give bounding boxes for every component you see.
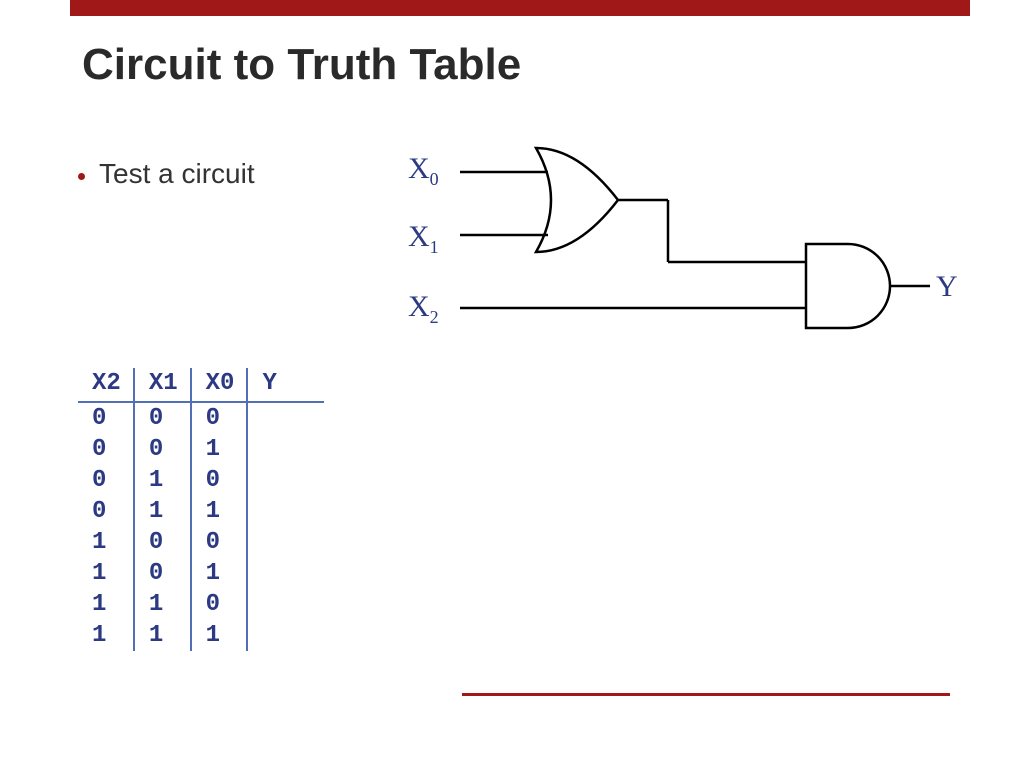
circuit-svg [408,140,968,360]
col-header-y: Y [248,368,324,403]
table-row: 1 1 1 [78,620,324,651]
table-row: 1 1 0 [78,589,324,620]
table-row: 0 0 0 [78,403,324,434]
and-gate-icon [806,244,930,328]
truth-table: X2 X1 X0 Y 0 0 0 0 0 1 0 1 0 0 1 1 [78,368,324,651]
or-gate-icon [460,148,668,252]
truth-table-header-row: X2 X1 X0 Y [78,368,324,403]
col-header-x0: X0 [192,368,249,403]
bullet-dot-icon [78,173,85,180]
bottom-accent-line [462,693,950,696]
table-row: 1 0 0 [78,527,324,558]
page-title: Circuit to Truth Table [82,40,521,90]
col-header-x2: X2 [78,368,135,403]
bullet-item: Test a circuit [78,158,255,190]
wire-or-to-and [668,200,806,262]
col-header-x1: X1 [135,368,192,403]
bullet-text: Test a circuit [99,158,255,190]
table-row: 1 0 1 [78,558,324,589]
top-accent-bar [70,0,970,16]
table-row: 0 1 1 [78,496,324,527]
table-row: 0 0 1 [78,434,324,465]
circuit-diagram: X0 X1 X2 Y [408,140,968,360]
table-row: 0 1 0 [78,465,324,496]
